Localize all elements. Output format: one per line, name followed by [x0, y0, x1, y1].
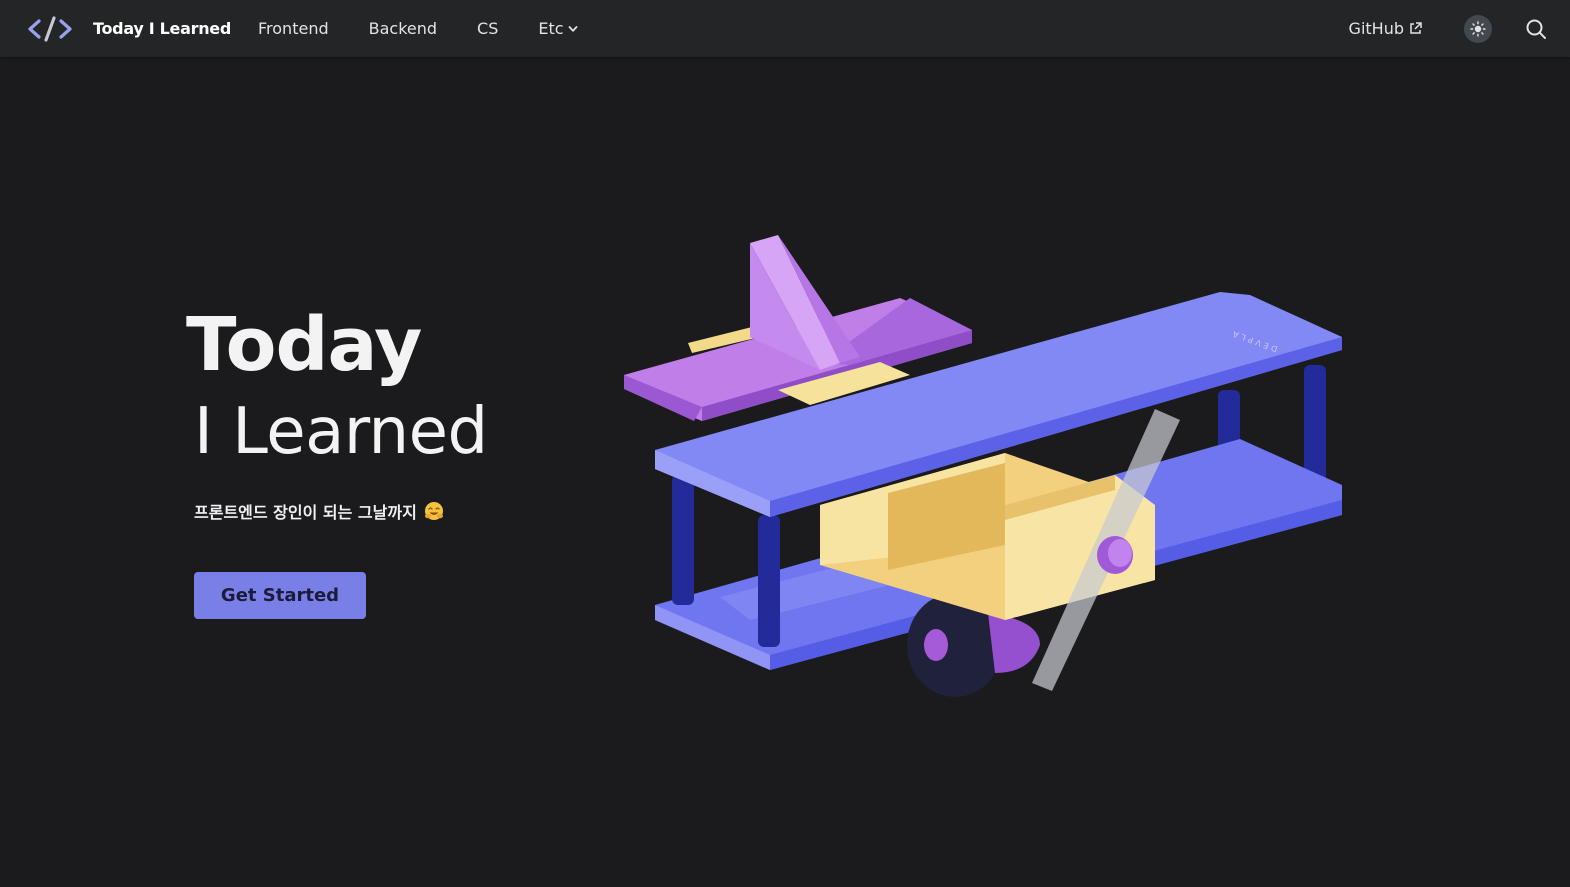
github-link[interactable]: GitHub [1349, 19, 1422, 38]
search-button[interactable] [1524, 17, 1548, 41]
navbar: Today I Learned Frontend Backend CS Etc … [0, 0, 1570, 57]
nav-right: GitHub [1349, 0, 1570, 57]
nav-link-label: CS [477, 19, 499, 38]
nav-link-cs[interactable]: CS [477, 19, 498, 38]
nav-link-frontend[interactable]: Frontend [258, 19, 329, 38]
nav-link-label: Frontend [258, 19, 329, 38]
nav-link-label: Etc [538, 19, 564, 38]
theme-toggle-button[interactable] [1464, 14, 1492, 43]
get-started-button[interactable]: Get Started [194, 572, 366, 619]
code-brackets-icon [28, 15, 72, 42]
sun-icon [1470, 20, 1486, 37]
toy-biplane-illustration: DEVPLA [624, 235, 1342, 697]
chevron-down-icon [568, 25, 577, 32]
nav-links: Frontend Backend CS Etc [258, 0, 618, 57]
search-icon [1526, 19, 1546, 39]
brand-link[interactable]: Today I Learned [27, 0, 231, 57]
github-label: GitHub [1348, 19, 1404, 38]
hero-title: Today [186, 302, 422, 388]
nav-dropdown-etc[interactable]: Etc [538, 19, 577, 38]
hero-title-secondary: I Learned [194, 395, 488, 469]
external-link-icon [1410, 22, 1422, 34]
brand-title: Today I Learned [93, 19, 231, 38]
hero-subtitle-text: 프론트엔드 장인이 되는 그날까지 [194, 503, 417, 522]
smiling-face-emoji [424, 502, 443, 520]
hero-subtitle: 프론트엔드 장인이 되는 그날까지 [194, 499, 444, 523]
nav-link-label: Backend [368, 19, 438, 38]
nav-link-backend[interactable]: Backend [369, 19, 437, 38]
